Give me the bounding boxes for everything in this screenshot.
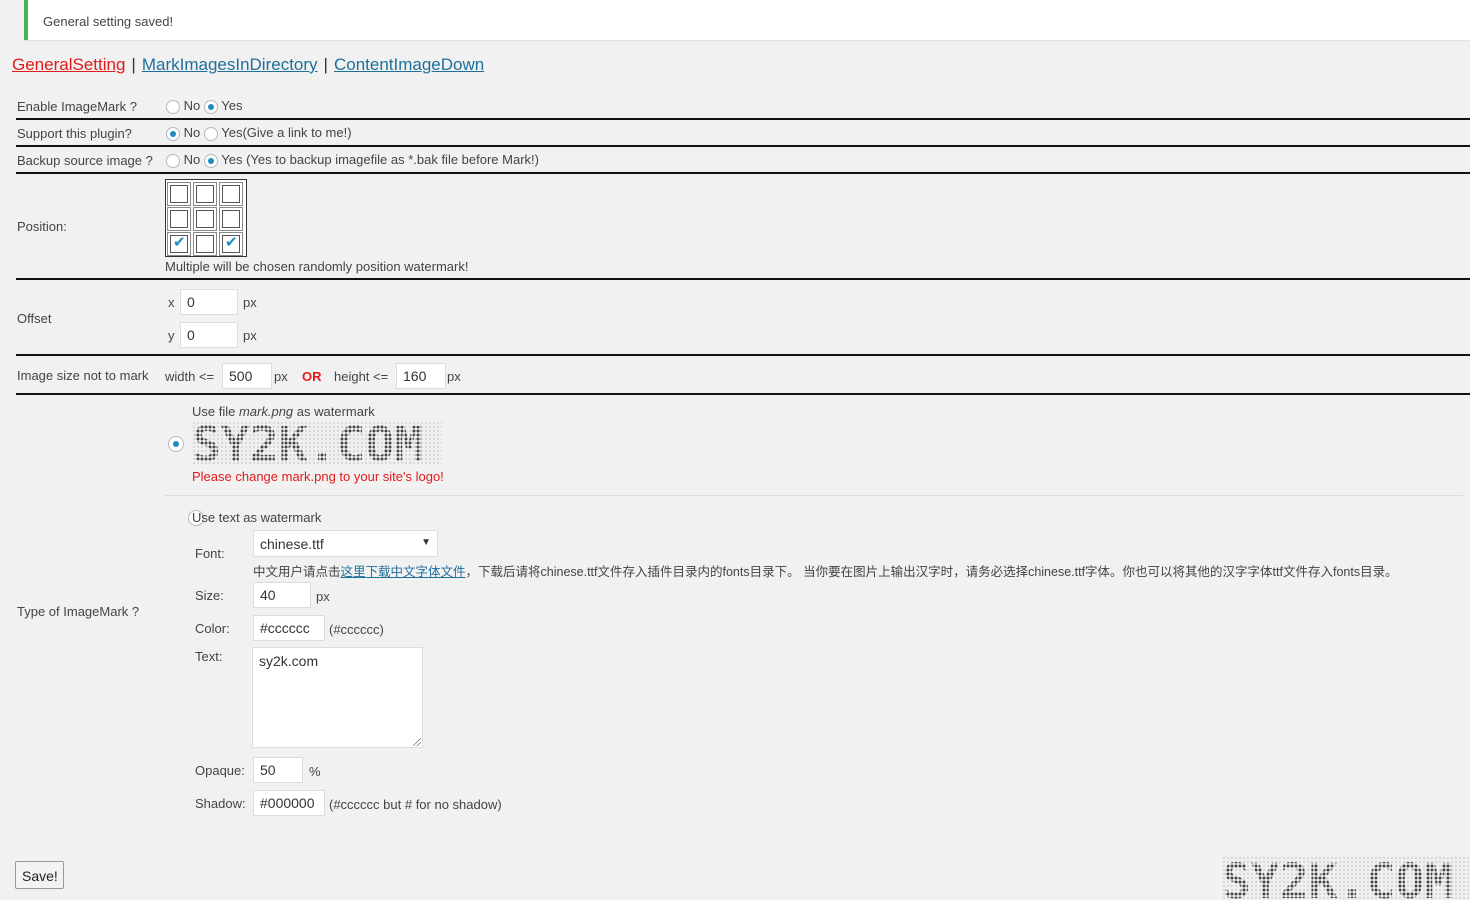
support-plugin-label: Support this plugin? [17, 126, 132, 141]
tab-separator: | [323, 55, 328, 74]
save-button[interactable]: Save! [15, 861, 64, 889]
width-limit-label: width <= [165, 369, 215, 384]
checkmark-icon: ✔ [225, 234, 238, 251]
backup-no-radio[interactable] [166, 153, 180, 168]
height-limit-unit: px [447, 369, 461, 384]
backup-source-label: Backup source image ? [17, 153, 153, 168]
color-label: Color: [195, 621, 230, 636]
opaque-input[interactable]: 50 [253, 757, 303, 783]
notice-message: General setting saved! [43, 14, 174, 29]
shadow-hint: (#cccccc but # for no shadow) [329, 797, 502, 812]
width-limit-input[interactable]: 500 [222, 363, 272, 389]
file-watermark-radio[interactable] [168, 435, 184, 452]
backup-yes-radio[interactable] [203, 153, 218, 168]
backup-yes-label: Yes (Yes to backup imagefile as *.bak fi… [221, 152, 539, 167]
dropdown-arrow-icon: ▼ [421, 537, 431, 548]
offset-x-label: x [168, 295, 175, 310]
row-divider [16, 172, 1470, 174]
position-grid: ✔ ✔ [165, 179, 247, 257]
position-top-left-checkbox[interactable] [170, 185, 188, 203]
text-label: Text: [195, 649, 223, 664]
font-size-unit: px [316, 589, 330, 604]
row-divider [16, 278, 1470, 280]
support-yes-label: Yes(Give a link to me!) [221, 125, 352, 140]
opaque-label: Opaque: [195, 763, 245, 778]
font-select[interactable]: chinese.ttf ▼ [253, 530, 438, 557]
watermark-text-area[interactable]: sy2k.com [252, 647, 423, 748]
settings-tabs: GeneralSetting | MarkImagesInDirectory | Con… [12, 55, 484, 75]
position-bottom-left-checkbox[interactable]: ✔ [170, 234, 188, 253]
row-divider [16, 393, 1470, 395]
shadow-label: Shadow: [195, 796, 246, 811]
enable-imagemark-options: No Yes [166, 98, 242, 114]
type-imagemark-label: Type of ImageMark ? [17, 604, 140, 619]
tab-general-setting[interactable]: GeneralSetting [12, 55, 125, 74]
watermark-logo-preview: SY2K.COM [1222, 856, 1470, 900]
backup-no-label: No [183, 152, 201, 167]
tab-content-image-down[interactable]: ContentImageDown [334, 55, 484, 74]
tab-mark-images-in-directory[interactable]: MarkImagesInDirectory [142, 55, 318, 74]
mark-png-preview: SY2K.COM [192, 421, 442, 465]
option-divider [165, 495, 1463, 496]
font-select-value: chinese.ttf [260, 536, 324, 552]
offset-x-unit: px [243, 295, 257, 310]
enable-yes-radio[interactable] [203, 99, 218, 114]
position-middle-center-checkbox[interactable] [196, 210, 214, 228]
or-label: OR [302, 369, 322, 384]
position-middle-left-checkbox[interactable] [170, 210, 188, 228]
text-watermark-label: Use text as watermark [192, 510, 322, 525]
mark-png-warning: Please change mark.png to your site's lo… [192, 469, 444, 484]
offset-y-label: y [168, 328, 175, 343]
row-divider [16, 354, 1470, 356]
height-limit-label: height <= [334, 369, 389, 384]
position-bottom-center-checkbox[interactable] [196, 235, 214, 253]
offset-x-input[interactable]: 0 [180, 289, 238, 315]
font-size-input[interactable]: 40 [253, 582, 311, 608]
tab-separator: | [131, 55, 136, 74]
support-yes-radio[interactable] [203, 126, 218, 141]
enable-no-label: No [183, 98, 201, 113]
height-limit-input[interactable]: 160 [396, 363, 446, 389]
checkmark-icon: ✔ [173, 234, 186, 251]
size-label: Size: [195, 588, 224, 603]
width-limit-unit: px [274, 369, 288, 384]
position-label: Position: [17, 219, 67, 234]
file-watermark-label: Use file mark.png as watermark [192, 404, 375, 419]
position-top-center-checkbox[interactable] [196, 185, 214, 203]
enable-yes-label: Yes [221, 98, 243, 113]
svg-text:SY2K.COM: SY2K.COM [1222, 856, 1453, 900]
support-no-radio[interactable] [166, 126, 180, 141]
position-bottom-right-checkbox[interactable]: ✔ [222, 234, 240, 253]
row-divider [16, 118, 1470, 120]
resize-handle-icon[interactable] [413, 738, 421, 746]
row-divider [16, 145, 1470, 147]
font-download-note: 中文用户请点击这里下载中文字体文件，下载后请将chinese.ttf文件存入插件… [253, 565, 1398, 579]
offset-y-unit: px [243, 328, 257, 343]
shadow-input[interactable]: #000000 [253, 790, 325, 816]
enable-imagemark-label: Enable ImageMark ? [17, 99, 137, 114]
size-limit-label: Image size not to mark [17, 368, 149, 383]
enable-no-radio[interactable] [166, 99, 180, 114]
svg-text:SY2K.COM: SY2K.COM [192, 421, 423, 465]
support-plugin-options: No Yes(Give a link to me!) [166, 125, 352, 141]
opaque-unit: % [309, 764, 321, 779]
support-no-label: No [183, 125, 201, 140]
offset-y-input[interactable]: 0 [180, 322, 238, 348]
backup-source-options: No Yes (Yes to backup imagefile as *.bak… [166, 152, 539, 168]
settings-saved-notice: General setting saved! [24, 0, 1470, 40]
font-label: Font: [195, 546, 225, 561]
position-middle-right-checkbox[interactable] [222, 210, 240, 228]
position-top-right-checkbox[interactable] [222, 185, 240, 203]
font-download-link[interactable]: 这里下载中文字体文件 [341, 565, 466, 579]
color-hint: (#cccccc) [329, 622, 384, 637]
watermark-text-value: sy2k.com [259, 653, 319, 669]
offset-label: Offset [17, 311, 52, 326]
color-input[interactable]: #cccccc [253, 615, 325, 641]
position-note: Multiple will be chosen randomly positio… [165, 259, 469, 274]
